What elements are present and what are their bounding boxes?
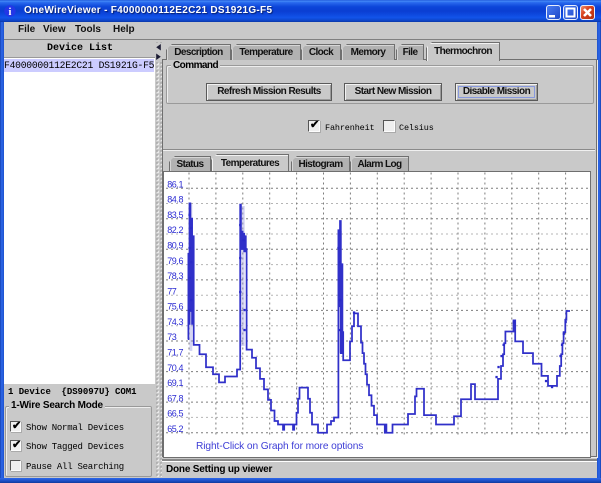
svg-text:78.3: 78.3 — [167, 271, 183, 281]
svg-text:73: 73 — [167, 332, 177, 342]
svg-text:69.1: 69.1 — [167, 378, 183, 388]
svg-text:84.8: 84.8 — [167, 195, 183, 205]
svg-text:66.5: 66.5 — [167, 409, 183, 419]
svg-text:67.8: 67.8 — [167, 393, 183, 403]
svg-text:86.1: 86.1 — [167, 179, 183, 189]
svg-text:75.6: 75.6 — [167, 302, 183, 312]
svg-text:82.2: 82.2 — [167, 225, 183, 235]
svg-text:77: 77 — [167, 286, 177, 296]
svg-text:65.2: 65.2 — [167, 424, 183, 434]
svg-text:74.3: 74.3 — [167, 317, 183, 327]
svg-text:83.5: 83.5 — [167, 210, 183, 220]
svg-text:71.7: 71.7 — [167, 348, 183, 358]
svg-text:79.6: 79.6 — [167, 256, 183, 266]
svg-text:70.4: 70.4 — [167, 363, 183, 373]
svg-text:80.9: 80.9 — [167, 241, 183, 251]
